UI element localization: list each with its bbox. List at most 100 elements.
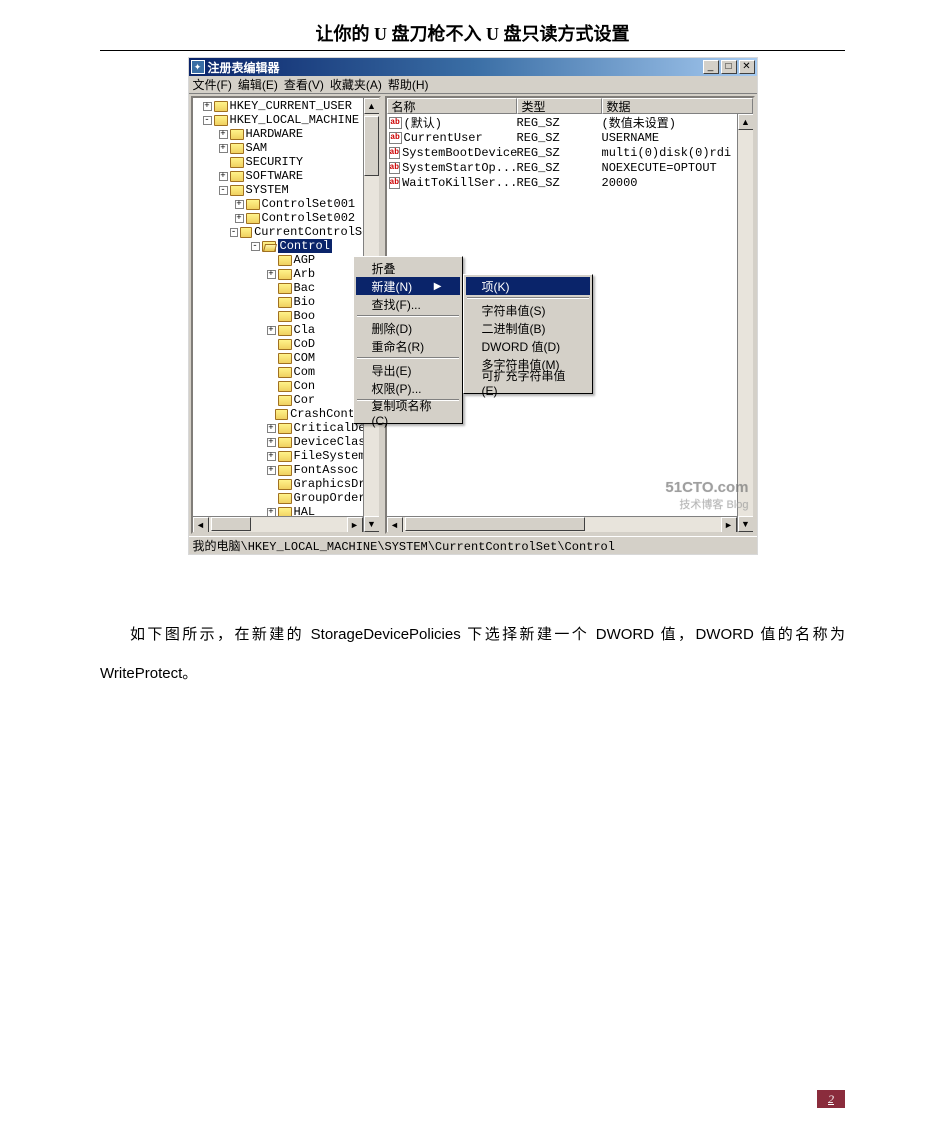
scroll-left-icon[interactable]: ◄ — [387, 517, 403, 533]
scroll-down-icon[interactable]: ▼ — [738, 516, 754, 532]
tree-label[interactable]: HKEY_LOCAL_MACHINE — [230, 113, 360, 127]
tree-item[interactable]: - HKEY_LOCAL_MACHINE — [195, 113, 377, 127]
close-button[interactable]: ✕ — [739, 60, 755, 74]
tree-item[interactable]: + SOFTWARE — [195, 169, 377, 183]
tree-item[interactable]: + HARDWARE — [195, 127, 377, 141]
tree-label[interactable]: AGP — [294, 253, 316, 267]
tree-label[interactable]: HARDWARE — [246, 127, 304, 141]
tree-label[interactable]: FileSystem — [294, 449, 366, 463]
tree-item[interactable]: GraphicsDr — [195, 477, 377, 491]
tree-hscrollbar[interactable]: ◄ ► — [193, 516, 363, 532]
tree-item[interactable]: -SYSTEM — [195, 183, 377, 197]
list-row[interactable]: abWaitToKillSer...REG_SZ20000 — [387, 175, 753, 190]
submenu-expandstring[interactable]: 可扩充字符串值(E) — [466, 373, 590, 391]
column-data[interactable]: 数据 — [602, 98, 753, 114]
menu-edit[interactable]: 编辑(E) — [238, 76, 278, 93]
tree-label[interactable]: CurrentControlSet — [254, 225, 376, 239]
menu-view[interactable]: 查看(V) — [284, 76, 324, 93]
maximize-button[interactable]: □ — [721, 60, 737, 74]
tree-toggle-icon[interactable]: + — [267, 466, 276, 475]
tree-toggle-icon[interactable]: + — [267, 452, 276, 461]
tree-item[interactable]: -Control — [195, 239, 377, 253]
submenu-string[interactable]: 字符串值(S) — [466, 301, 590, 319]
tree-toggle-icon[interactable]: - — [230, 228, 238, 237]
list-row[interactable]: abSystemBootDeviceREG_SZmulti(0)disk(0)r… — [387, 145, 753, 160]
tree-label[interactable]: DeviceClas — [294, 435, 366, 449]
list-vscrollbar[interactable]: ▲ ▼ — [737, 114, 753, 532]
tree-label[interactable]: ControlSet001 — [262, 197, 356, 211]
column-type[interactable]: 类型 — [517, 98, 602, 114]
scroll-up-icon[interactable]: ▲ — [738, 114, 754, 130]
list-hscrollbar[interactable]: ◄ ► — [387, 516, 737, 532]
scroll-right-icon[interactable]: ► — [721, 517, 737, 533]
tree-item[interactable]: SECURITY — [195, 155, 377, 169]
tree-item[interactable]: Bac — [195, 281, 377, 295]
menu-delete[interactable]: 删除(D) — [356, 319, 460, 337]
tree-toggle-icon[interactable]: + — [267, 270, 276, 279]
tree-toggle-icon[interactable]: - — [219, 186, 228, 195]
tree-item[interactable]: + ControlSet002 — [195, 211, 377, 225]
submenu-key[interactable]: 项(K) — [466, 277, 590, 295]
tree-toggle-icon[interactable]: + — [219, 130, 228, 139]
tree-toggle-icon[interactable]: + — [219, 144, 228, 153]
menu-find[interactable]: 查找(F)... — [356, 295, 460, 313]
tree-item[interactable]: +CriticalDe — [195, 421, 377, 435]
tree-label[interactable]: Boo — [294, 309, 316, 323]
tree-label[interactable]: GraphicsDr — [294, 477, 366, 491]
tree-item[interactable]: CoD — [195, 337, 377, 351]
tree-label[interactable]: Com — [294, 365, 316, 379]
tree-toggle-icon[interactable]: + — [267, 424, 276, 433]
scroll-left-icon[interactable]: ◄ — [193, 517, 209, 533]
tree-item[interactable]: + Cla — [195, 323, 377, 337]
tree-label[interactable]: COM — [294, 351, 316, 365]
scroll-right-icon[interactable]: ► — [347, 517, 363, 533]
tree-toggle-icon[interactable]: + — [235, 214, 244, 223]
tree-toggle-icon[interactable]: + — [267, 438, 276, 447]
tree-label[interactable]: GroupOrder — [294, 491, 366, 505]
tree-label[interactable]: CoD — [294, 337, 316, 351]
tree-item[interactable]: + SAM — [195, 141, 377, 155]
tree-toggle-icon[interactable]: + — [235, 200, 244, 209]
menu-favorites[interactable]: 收藏夹(A) — [330, 76, 382, 93]
tree-label[interactable]: SOFTWARE — [246, 169, 304, 183]
tree-item[interactable]: Con — [195, 379, 377, 393]
tree-item[interactable]: + ControlSet001 — [195, 197, 377, 211]
menu-new[interactable]: 新建(N)▶ — [356, 277, 460, 295]
tree-label[interactable]: Cla — [294, 323, 316, 337]
tree-item[interactable]: AGP — [195, 253, 377, 267]
menu-file[interactable]: 文件(F) — [193, 76, 232, 93]
tree-item[interactable]: CrashControl — [195, 407, 377, 421]
tree-label[interactable]: HKEY_CURRENT_USER — [230, 99, 352, 113]
submenu-binary[interactable]: 二进制值(B) — [466, 319, 590, 337]
list-row[interactable]: abSystemStartOp...REG_SZNOEXECUTE=OPTOUT — [387, 160, 753, 175]
tree-item[interactable]: Bio — [195, 295, 377, 309]
tree-item[interactable]: +Arb — [195, 267, 377, 281]
tree-label[interactable]: Cor — [294, 393, 316, 407]
tree-toggle-icon[interactable]: + — [219, 172, 228, 181]
tree-label[interactable]: SECURITY — [246, 155, 304, 169]
tree-label[interactable]: Bac — [294, 281, 316, 295]
minimize-button[interactable]: _ — [703, 60, 719, 74]
tree-label[interactable]: SAM — [246, 141, 268, 155]
new-submenu[interactable]: 项(K) 字符串值(S) 二进制值(B) DWORD 值(D) 多字符串值(M)… — [463, 274, 593, 394]
tree-toggle-icon[interactable]: - — [251, 242, 260, 251]
tree-toggle-icon[interactable]: - — [203, 116, 212, 125]
tree-label[interactable]: ControlSet002 — [262, 211, 356, 225]
menu-copy-key-name[interactable]: 复制项名称(C) — [356, 403, 460, 421]
tree-toggle-icon[interactable]: + — [267, 326, 276, 335]
submenu-dword[interactable]: DWORD 值(D) — [466, 337, 590, 355]
tree-item[interactable]: + DeviceClas — [195, 435, 377, 449]
menu-rename[interactable]: 重命名(R) — [356, 337, 460, 355]
tree-item[interactable]: +HKEY_CURRENT_USER — [195, 99, 377, 113]
tree-item[interactable]: Boo — [195, 309, 377, 323]
tree-item[interactable]: - CurrentControlSet — [195, 225, 377, 239]
tree-item[interactable]: + FileSystem — [195, 449, 377, 463]
tree-label[interactable]: Con — [294, 379, 316, 393]
menu-permissions[interactable]: 权限(P)... — [356, 379, 460, 397]
menu-export[interactable]: 导出(E) — [356, 361, 460, 379]
column-name[interactable]: 名称 — [387, 98, 517, 114]
context-menu[interactable]: 折叠 新建(N)▶ 查找(F)... 删除(D) 重命名(R) 导出(E) 权限… — [353, 256, 463, 424]
scroll-up-icon[interactable]: ▲ — [364, 98, 380, 114]
list-row[interactable]: abCurrentUserREG_SZUSERNAME — [387, 130, 753, 145]
tree-item[interactable]: Cor — [195, 393, 377, 407]
